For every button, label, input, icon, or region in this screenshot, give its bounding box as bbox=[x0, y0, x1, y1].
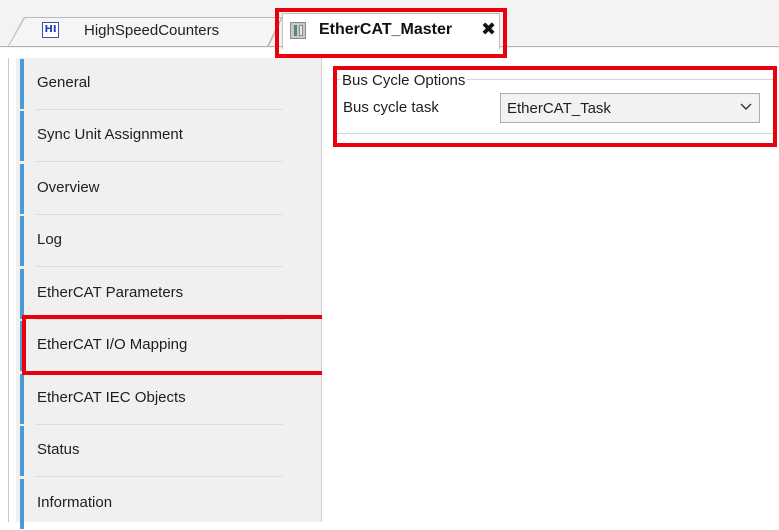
sidebar-item-ethercat-io-mapping[interactable]: EtherCAT I/O Mapping bbox=[20, 320, 322, 372]
sidebar-item-accent bbox=[20, 59, 24, 109]
bus-cycle-task-label: Bus cycle task bbox=[343, 99, 439, 116]
close-icon[interactable]: ✖ bbox=[481, 21, 496, 39]
sidebar-edge bbox=[8, 58, 16, 522]
sidebar-item-label: EtherCAT Parameters bbox=[37, 284, 184, 301]
sidebar-item-accent bbox=[20, 216, 24, 266]
sidebar-item-label: EtherCAT IEC Objects bbox=[37, 389, 186, 406]
sidebar-item-accent bbox=[20, 374, 24, 424]
function-block-icon: HI bbox=[42, 22, 59, 38]
sidebar-item-label: Overview bbox=[37, 179, 100, 196]
sidebar-edge-line bbox=[8, 58, 9, 522]
sidebar-item-label: Status bbox=[37, 441, 80, 458]
sidebar-item-sync-unit-assignment[interactable]: Sync Unit Assignment bbox=[20, 110, 322, 162]
chevron-down-icon[interactable] bbox=[739, 100, 753, 114]
sidebar-item-accent bbox=[20, 164, 24, 214]
ethercat-master-icon bbox=[290, 22, 306, 39]
sidebar-item-overview[interactable]: Overview bbox=[20, 163, 322, 215]
sidebar-item-general[interactable]: General bbox=[20, 58, 322, 110]
group-title: Bus Cycle Options bbox=[341, 72, 467, 89]
sidebar-item-log[interactable]: Log bbox=[20, 215, 322, 267]
sidebar-item-label: General bbox=[37, 74, 91, 91]
sidebar-item-ethercat-parameters[interactable]: EtherCAT Parameters bbox=[20, 268, 322, 320]
sidebar-item-accent bbox=[20, 426, 24, 476]
sidebar-separator bbox=[35, 371, 283, 372]
sidebar-item-label: Information bbox=[37, 494, 113, 511]
sidebar-item-accent bbox=[20, 111, 24, 161]
sidebar-item-label: EtherCAT I/O Mapping bbox=[37, 336, 188, 353]
sidebar-item-ethercat-iec-objects[interactable]: EtherCAT IEC Objects bbox=[20, 373, 322, 425]
bus-cycle-task-value[interactable]: EtherCAT_Task bbox=[507, 100, 611, 117]
sidebar-item-information[interactable]: Information bbox=[20, 478, 322, 530]
sidebar-item-status[interactable]: Status bbox=[20, 425, 322, 477]
tab-ethercat-master-label[interactable]: EtherCAT_Master bbox=[319, 21, 452, 39]
sidebar-separator bbox=[35, 161, 283, 162]
sidebar-separator bbox=[35, 266, 283, 267]
sidebar-separator bbox=[35, 476, 283, 477]
tab-highspeedcounters-label[interactable]: HighSpeedCounters bbox=[84, 22, 219, 39]
sidebar-item-accent bbox=[20, 321, 24, 371]
sidebar-item-label: Sync Unit Assignment bbox=[37, 126, 183, 143]
sidebar-item-label: Log bbox=[37, 231, 63, 248]
sidebar-item-accent bbox=[20, 269, 24, 319]
